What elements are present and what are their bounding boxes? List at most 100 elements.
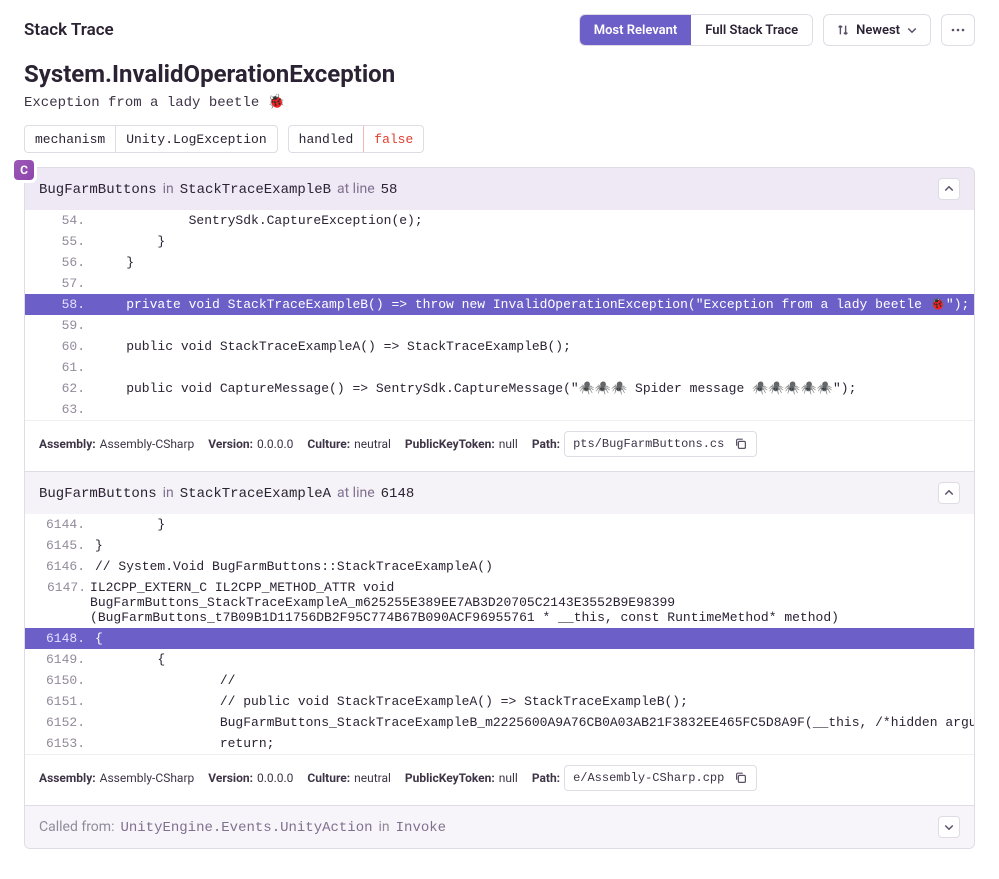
line-number: 6149. (25, 652, 95, 667)
code-content: IL2CPP_EXTERN_C IL2CPP_METHOD_ATTR void … (90, 580, 974, 625)
code-line: 6148.{ (25, 628, 974, 649)
stacktrace-header: Stack Trace Most Relevant Full Stack Tra… (24, 14, 975, 46)
code-content: private void StackTraceExampleB() => thr… (95, 297, 974, 312)
line-number: 54. (25, 213, 95, 228)
line-number: 61. (25, 360, 95, 375)
sort-icon (836, 23, 850, 37)
chevron-up-icon (943, 183, 955, 195)
code-content: return; (95, 736, 974, 751)
frames-container: C BugFarmButtonsinStackTraceExampleBat l… (24, 167, 975, 849)
dots-horizontal-icon (950, 22, 966, 38)
code-content: public void StackTraceExampleA() => Stac… (95, 339, 974, 354)
code-context: 6144. }6145.}6146.// System.Void BugFarm… (25, 514, 974, 754)
code-line: 6149. { (25, 649, 974, 670)
line-number: 55. (25, 234, 95, 249)
line-number: 6152. (25, 715, 95, 730)
line-number: 6147. (25, 580, 90, 595)
code-content: BugFarmButtons_StackTraceExampleB_m22256… (95, 715, 974, 730)
tab-full-stacktrace[interactable]: Full Stack Trace (691, 15, 812, 45)
code-content: } (95, 517, 974, 532)
sort-label: Newest (856, 23, 900, 38)
collapse-toggle[interactable] (938, 482, 960, 504)
code-line: 6152. BugFarmButtons_StackTraceExampleB_… (25, 712, 974, 733)
code-content: } (95, 234, 974, 249)
more-options-button[interactable] (941, 14, 975, 46)
line-number: 63. (25, 402, 95, 417)
line-number: 6145. (25, 538, 95, 553)
line-number: 6144. (25, 517, 95, 532)
frame-header[interactable]: BugFarmButtonsinStackTraceExampleAat lin… (25, 471, 974, 514)
frame-function: StackTraceExampleB (180, 182, 331, 198)
code-content: } (95, 538, 974, 553)
header-actions: Most Relevant Full Stack Trace Newest (579, 14, 975, 46)
copy-icon[interactable] (734, 771, 748, 785)
code-line: 61. (25, 357, 974, 378)
tab-most-relevant[interactable]: Most Relevant (580, 15, 692, 45)
copy-icon[interactable] (734, 437, 748, 451)
expand-toggle[interactable] (938, 816, 960, 838)
collapse-toggle[interactable] (938, 178, 960, 200)
frame-meta: Assembly: Assembly-CSharpVersion: 0.0.0.… (25, 420, 974, 471)
stack-frame: BugFarmButtonsinStackTraceExampleAat lin… (25, 471, 974, 805)
frame-module: UnityEngine.Events.UnityAction (120, 820, 372, 836)
chevron-down-icon (906, 24, 918, 36)
line-number: 6151. (25, 694, 95, 709)
section-title: Stack Trace (24, 20, 114, 40)
stack-frame: BugFarmButtonsinStackTraceExampleBat lin… (25, 168, 974, 471)
path-box: pts/BugFarmButtons.cs (564, 431, 757, 457)
code-line: 60. public void StackTraceExampleA() => … (25, 336, 974, 357)
code-line: 62. public void CaptureMessage() => Sent… (25, 378, 974, 399)
frame-lineno: 6148 (381, 486, 415, 502)
line-number: 62. (25, 381, 95, 396)
path-box: e/Assembly-CSharp.cpp (564, 765, 757, 791)
view-mode-toggle: Most Relevant Full Stack Trace (579, 14, 813, 46)
frame-lineno: 58 (381, 182, 398, 198)
line-number: 60. (25, 339, 95, 354)
code-line: 6147.IL2CPP_EXTERN_C IL2CPP_METHOD_ATTR … (25, 577, 974, 628)
code-content: } (95, 255, 974, 270)
line-number: 59. (25, 318, 95, 333)
code-line: 63. (25, 399, 974, 420)
code-line: 57. (25, 273, 974, 294)
tag-handled: handled false (288, 125, 425, 153)
code-line: 6150. // (25, 670, 974, 691)
code-content: { (95, 631, 974, 646)
frame-function: StackTraceExampleA (180, 486, 331, 502)
code-line: 6146.// System.Void BugFarmButtons::Stac… (25, 556, 974, 577)
code-line: 59. (25, 315, 974, 336)
exception-message: Exception from a lady beetle 🐞 (24, 94, 975, 111)
frame-function: Invoke (396, 820, 446, 836)
code-context: 54. SentrySdk.CaptureException(e);55. }5… (25, 210, 974, 420)
code-line: 6151. // public void StackTraceExampleA(… (25, 691, 974, 712)
frame-module: BugFarmButtons (39, 182, 157, 198)
language-badge: C (13, 159, 35, 181)
code-content: // (95, 673, 974, 688)
code-line: 6153. return; (25, 733, 974, 754)
code-line: 6144. } (25, 514, 974, 535)
code-line: 58. private void StackTraceExampleB() =>… (25, 294, 974, 315)
line-number: 6148. (25, 631, 95, 646)
line-number: 6153. (25, 736, 95, 751)
code-content: SentrySdk.CaptureException(e); (95, 213, 974, 228)
code-content: // System.Void BugFarmButtons::StackTrac… (95, 559, 974, 574)
code-content: { (95, 652, 974, 667)
tag-mechanism: mechanism Unity.LogException (24, 125, 278, 153)
line-number: 57. (25, 276, 95, 291)
code-line: 55. } (25, 231, 974, 252)
line-number: 56. (25, 255, 95, 270)
code-line: 56. } (25, 252, 974, 273)
chevron-up-icon (943, 487, 955, 499)
code-line: 54. SentrySdk.CaptureException(e); (25, 210, 974, 231)
chevron-down-icon (943, 821, 955, 833)
frame-module: BugFarmButtons (39, 486, 157, 502)
exception-type: System.InvalidOperationException (24, 60, 975, 88)
line-number: 58. (25, 297, 95, 312)
code-line: 6145.} (25, 535, 974, 556)
frame-meta: Assembly: Assembly-CSharpVersion: 0.0.0.… (25, 754, 974, 805)
frame-header[interactable]: BugFarmButtonsinStackTraceExampleBat lin… (25, 168, 974, 210)
exception-tags: mechanism Unity.LogException handled fal… (24, 125, 975, 153)
code-content: public void CaptureMessage() => SentrySd… (95, 381, 974, 396)
sort-button[interactable]: Newest (823, 14, 931, 46)
line-number: 6150. (25, 673, 95, 688)
stack-frame-collapsed[interactable]: Called from:UnityEngine.Events.UnityActi… (25, 805, 974, 848)
